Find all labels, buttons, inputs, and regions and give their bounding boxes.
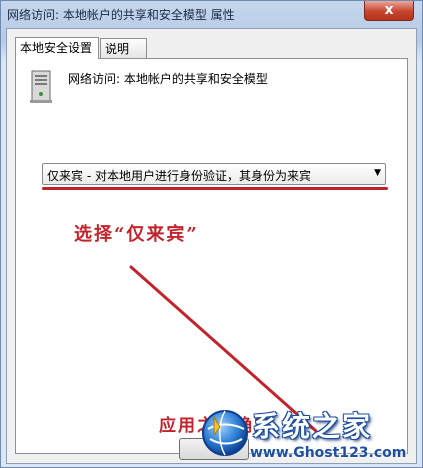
close-button[interactable]: x (364, 1, 414, 21)
properties-window: 网络访问: 本地帐户的共享和安全模型 属性 x 本地安全设置 说明 网络访问: … (0, 0, 423, 468)
watermark-brand: 系统之家 (252, 410, 373, 443)
watermark-url: www.Ghost123.com (250, 445, 407, 461)
tab-panel: 网络访问: 本地帐户的共享和安全模型 仅来宾 - 对本地用户进行身份验证，其身份… (15, 58, 408, 454)
title-bar[interactable]: 网络访问: 本地帐户的共享和安全模型 属性 x (1, 1, 422, 25)
tab-local-security-setting[interactable]: 本地安全设置 (15, 37, 99, 59)
globe-logo-icon (202, 410, 248, 456)
tab-explain[interactable]: 说明 (100, 38, 147, 58)
window-title: 网络访问: 本地帐户的共享和安全模型 属性 (7, 8, 235, 22)
watermark: 系统之家 www.Ghost123.com (196, 397, 422, 467)
close-icon: x (384, 2, 394, 18)
annotation-arrow (129, 265, 318, 433)
